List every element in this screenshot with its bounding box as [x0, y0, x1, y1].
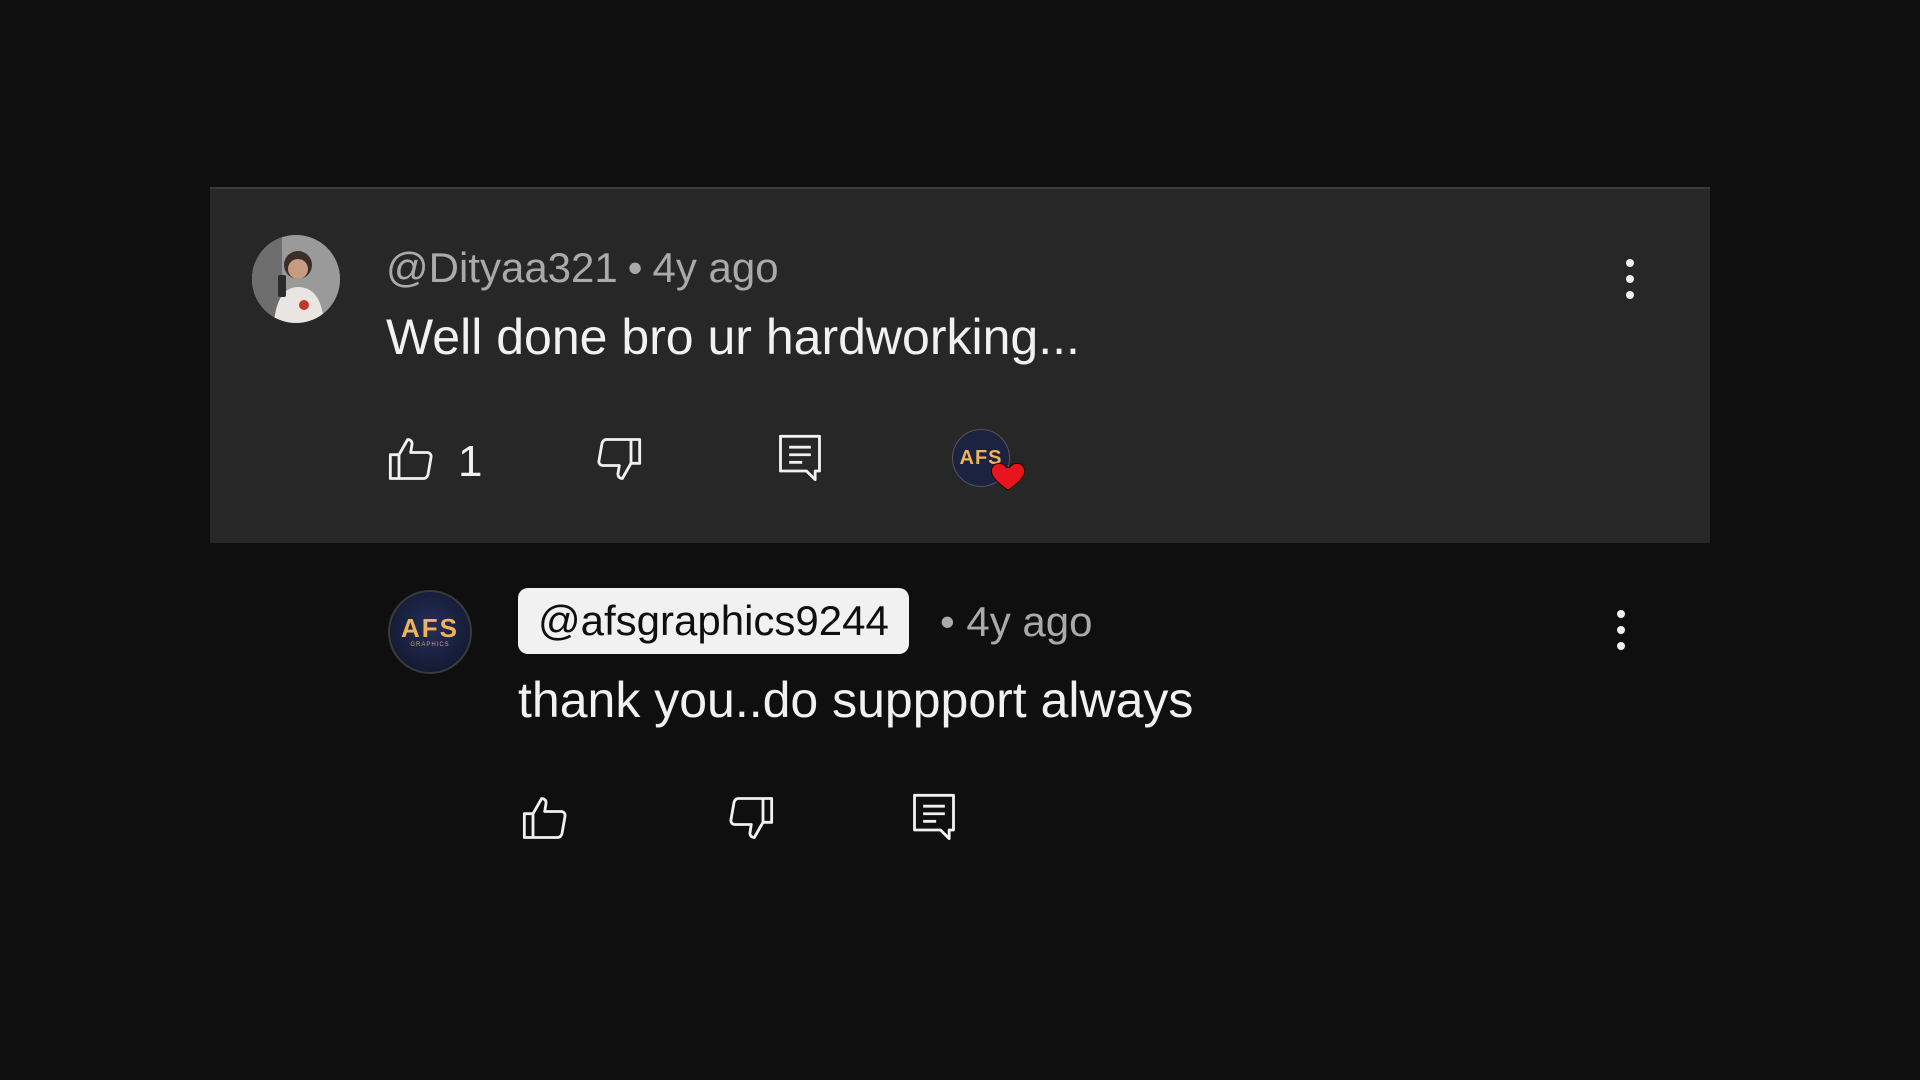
afs-logo-text: AFS: [401, 613, 459, 643]
reply-author-chip[interactable]: @afsgraphics9244: [518, 588, 909, 654]
creator-heart-badge: AFS: [952, 429, 1032, 499]
user-photo-icon: [252, 235, 340, 323]
more-dot-icon: [1626, 259, 1634, 267]
more-dot-icon: [1617, 642, 1625, 650]
heart-icon: [990, 462, 1026, 491]
like-count: 1: [458, 437, 483, 486]
reply-meta: • 4y ago: [940, 597, 1093, 647]
reply-body: thank you..do suppport always: [518, 672, 1194, 728]
more-dot-icon: [1626, 275, 1634, 283]
highlighted-comment: @Dityaa321 • 4y ago Well done bro ur hardw…: [210, 187, 1710, 543]
reply-reply-button[interactable]: [908, 788, 960, 846]
comment-timestamp[interactable]: 4y ago: [652, 244, 778, 291]
commenter-avatar[interactable]: [252, 235, 340, 323]
meta-separator: •: [940, 598, 955, 645]
reply-dislike-button[interactable]: [724, 792, 776, 844]
thumbs-down-icon: [729, 797, 774, 839]
reply-like-button[interactable]: [520, 792, 572, 844]
reply-button[interactable]: [774, 429, 826, 487]
thumbs-down-icon: [597, 438, 642, 480]
more-dot-icon: [1617, 610, 1625, 618]
meta-separator: •: [627, 244, 643, 291]
reply-more-actions-button[interactable]: [1606, 600, 1636, 660]
reply-comment-icon: [913, 793, 955, 841]
comment-body: Well done bro ur hardworking...: [386, 309, 1080, 365]
thumbs-up-icon: [388, 438, 433, 480]
reply-comment-icon: [779, 434, 821, 482]
comment-meta: @Dityaa321 • 4y ago: [386, 243, 779, 293]
comments-panel: @Dityaa321 • 4y ago Well done bro ur hardw…: [0, 0, 1920, 1080]
like-button[interactable]: [386, 433, 438, 485]
dislike-button[interactable]: [592, 433, 644, 485]
more-dot-icon: [1626, 291, 1634, 299]
afs-logo-subtext: GRAPHICS: [410, 642, 450, 648]
more-dot-icon: [1617, 626, 1625, 634]
thumbs-up-icon: [522, 797, 567, 839]
reply-timestamp[interactable]: 4y ago: [966, 598, 1092, 645]
comment-author[interactable]: @Dityaa321: [386, 244, 618, 291]
reply-author-avatar[interactable]: AFS GRAPHICS: [388, 590, 472, 674]
comment-more-actions-button[interactable]: [1615, 249, 1645, 309]
